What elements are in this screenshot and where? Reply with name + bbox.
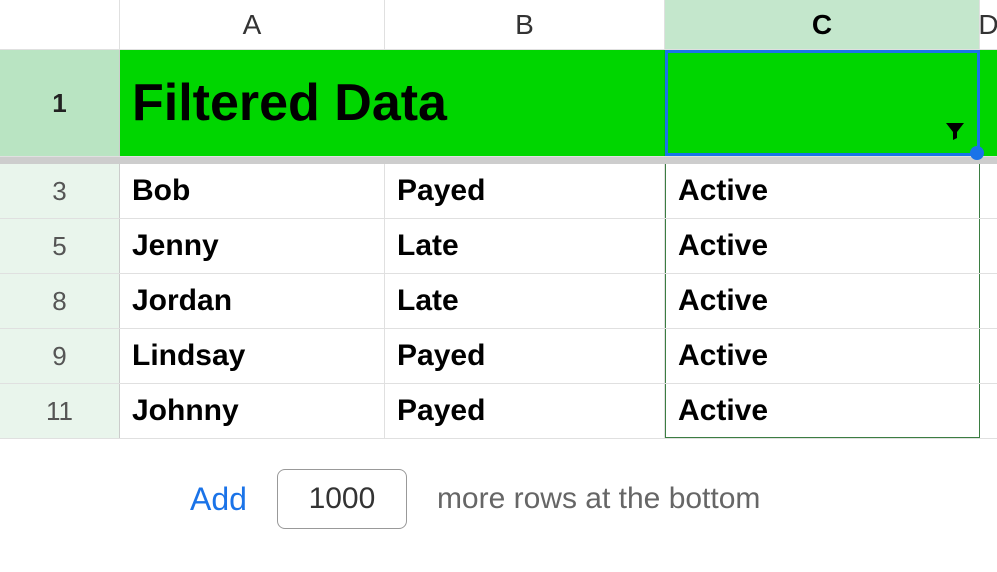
row-header[interactable]: 5 bbox=[0, 219, 120, 273]
table-row: 8JordanLateActive bbox=[0, 274, 997, 329]
table-row: 11JohnnyPayedActive bbox=[0, 384, 997, 439]
cell-status[interactable]: Payed bbox=[385, 384, 665, 438]
cell-name[interactable]: Johnny bbox=[120, 384, 385, 438]
select-all-corner[interactable] bbox=[0, 0, 120, 49]
cell-d[interactable] bbox=[980, 219, 997, 273]
column-header-c[interactable]: C bbox=[665, 0, 980, 49]
add-rows-button[interactable]: Add bbox=[190, 481, 247, 518]
cell-activity[interactable]: Active bbox=[665, 219, 980, 273]
cell-d[interactable] bbox=[980, 274, 997, 328]
cell-activity[interactable]: Active bbox=[665, 164, 980, 218]
add-rows-footer: Add more rows at the bottom bbox=[0, 439, 997, 559]
row-header[interactable]: 8 bbox=[0, 274, 120, 328]
table-row: 5JennyLateActive bbox=[0, 219, 997, 274]
column-header-row: A B C D bbox=[0, 0, 997, 50]
row-1: 1 Filtered Data bbox=[0, 50, 997, 157]
spreadsheet-grid: A B C D 1 Filtered Data 3BobPayedActive5… bbox=[0, 0, 997, 439]
table-row: 3BobPayedActive bbox=[0, 164, 997, 219]
cell-d[interactable] bbox=[980, 164, 997, 218]
cell-activity[interactable]: Active bbox=[665, 329, 980, 383]
cell-activity[interactable]: Active bbox=[665, 384, 980, 438]
column-header-b[interactable]: B bbox=[385, 0, 665, 49]
cell-activity[interactable]: Active bbox=[665, 274, 980, 328]
cell-name[interactable]: Bob bbox=[120, 164, 385, 218]
cell-name[interactable]: Jordan bbox=[120, 274, 385, 328]
row-header-1[interactable]: 1 bbox=[0, 50, 120, 156]
selection-handle[interactable] bbox=[970, 146, 984, 160]
row-header[interactable]: 9 bbox=[0, 329, 120, 383]
cell-d[interactable] bbox=[980, 329, 997, 383]
cell-c1-active[interactable] bbox=[665, 50, 980, 156]
cell-d1[interactable] bbox=[980, 50, 997, 156]
column-header-a[interactable]: A bbox=[120, 0, 385, 49]
cell-status[interactable]: Late bbox=[385, 219, 665, 273]
cell-status[interactable]: Late bbox=[385, 274, 665, 328]
cell-a1-merged-title[interactable]: Filtered Data bbox=[120, 50, 665, 156]
row-header[interactable]: 3 bbox=[0, 164, 120, 218]
cell-status[interactable]: Payed bbox=[385, 164, 665, 218]
add-rows-count-input[interactable] bbox=[277, 469, 407, 529]
row-header[interactable]: 11 bbox=[0, 384, 120, 438]
add-rows-suffix-text: more rows at the bottom bbox=[437, 482, 760, 516]
cell-d[interactable] bbox=[980, 384, 997, 438]
cell-status[interactable]: Payed bbox=[385, 329, 665, 383]
cell-name[interactable]: Lindsay bbox=[120, 329, 385, 383]
table-row: 9LindsayPayedActive bbox=[0, 329, 997, 384]
cell-name[interactable]: Jenny bbox=[120, 219, 385, 273]
hidden-rows-divider bbox=[0, 157, 997, 164]
column-header-d[interactable]: D bbox=[980, 0, 997, 49]
